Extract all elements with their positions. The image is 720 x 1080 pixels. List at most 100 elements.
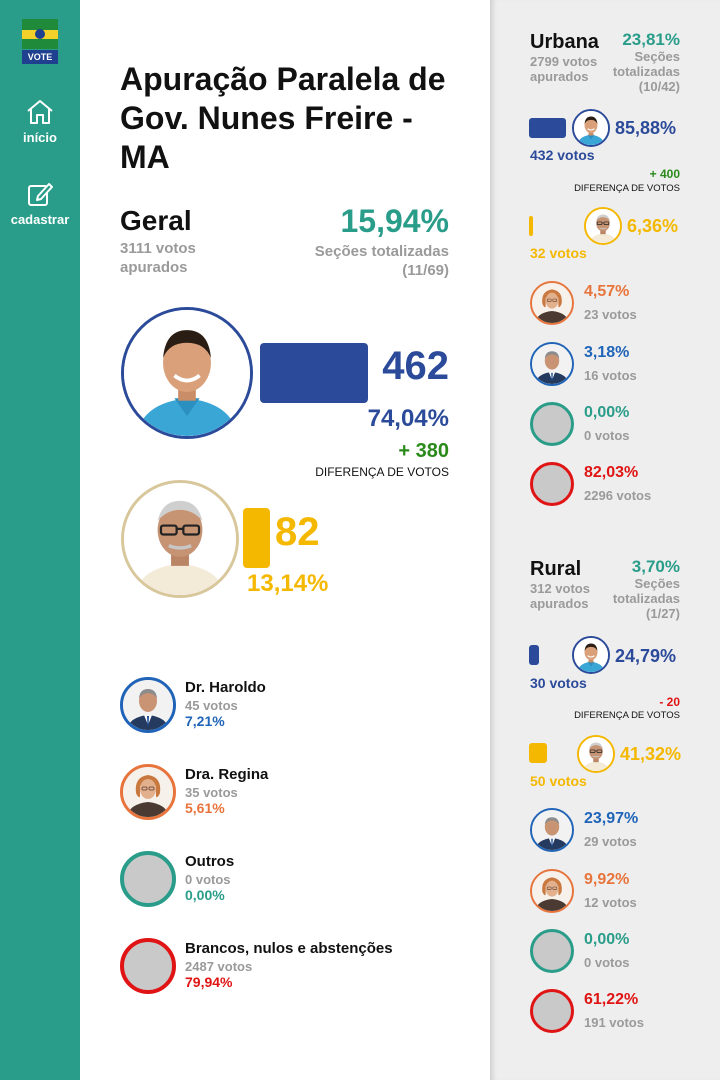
candidate-name: Dr. Haroldo (185, 679, 266, 696)
flag-icon (22, 19, 58, 49)
candidate-votes: 45 votos (185, 698, 238, 713)
candidate-percentage: 0,00% (185, 887, 225, 903)
lead-candidate-votes: 462 (382, 344, 449, 388)
urbana-lead-bar (529, 118, 566, 138)
home-icon (27, 100, 53, 124)
candidate-percentage: 4,57% (584, 283, 630, 300)
candidate-percentage: 0,00% (584, 931, 630, 948)
avatar-placeholder (120, 851, 176, 907)
lead-candidate-avatar (121, 307, 253, 439)
app-logo[interactable]: VOTE (22, 19, 58, 64)
urbana-candidate-haroldo: 3,18% 16 votos (530, 342, 680, 388)
avatar-placeholder (530, 929, 574, 973)
rural-second-percentage: 41,32% (620, 744, 682, 764)
rural-label: Rural (530, 558, 582, 580)
second-candidate-percentage: 13,14% (247, 570, 329, 597)
vote-difference-label: DIFERENÇA DE VOTOS (315, 465, 449, 479)
logo-text: VOTE (22, 50, 58, 64)
candidate-percentage: 23,97% (584, 810, 639, 827)
rural-percentage: 3,70% (631, 557, 680, 576)
candidate-regina: Dra. Regina 35 votos 5,61% (120, 764, 460, 824)
candidate-percentage: 9,92% (584, 871, 630, 888)
urbana-lead-avatar (572, 109, 610, 147)
candidate-votes: 16 votos (584, 368, 637, 383)
lead-candidate-bar (260, 343, 368, 403)
rural-candidate-haroldo: 23,97% 29 votos (530, 808, 680, 854)
rural-sections: Seções totalizadas (1/27) (612, 576, 680, 621)
rural-vote-difference: - 20 (659, 695, 680, 709)
avatar (530, 808, 574, 852)
rural-lead-votes: 30 votos (530, 675, 587, 691)
candidate-name: Brancos, nulos e abstenções (185, 940, 393, 957)
rural-lead-avatar (572, 636, 610, 674)
rural-lead-percentage: 24,79% (615, 646, 677, 666)
urbana-label: Urbana (530, 31, 599, 53)
avatar (120, 764, 176, 820)
avatar-placeholder (530, 402, 574, 446)
candidate-percentage: 7,21% (185, 713, 225, 729)
regional-panel: Urbana 2799 votos apurados 23,81% Seções… (490, 0, 720, 1080)
candidate-votes: 191 votos (584, 1015, 644, 1030)
sidebar: VOTE início cadastrar (0, 0, 80, 1080)
rural-second-avatar (577, 735, 615, 773)
lead-candidate-percentage: 74,04% (367, 405, 449, 432)
urbana-second-bar (529, 216, 533, 236)
geral-votes: 3111 votos apurados (120, 240, 196, 276)
sidebar-item-inicio[interactable]: início (0, 98, 80, 145)
urbana-lead-percentage: 85,88% (615, 118, 677, 138)
avatar (530, 281, 574, 325)
candidate-votes: 35 votos (185, 785, 238, 800)
candidate-haroldo: Dr. Haroldo 45 votos 7,21% (120, 677, 460, 737)
second-candidate-bar (243, 508, 270, 568)
sidebar-item-cadastrar[interactable]: cadastrar (0, 180, 80, 227)
avatar (120, 677, 176, 733)
second-candidate-avatar (121, 480, 239, 598)
avatar (530, 342, 574, 386)
geral-sections: Seções totalizadas (11/69) (314, 243, 449, 279)
avatar-placeholder (530, 462, 574, 506)
geral-label: Geral (120, 205, 192, 236)
edit-icon (28, 183, 53, 206)
candidate-votes: 0 votos (185, 872, 231, 887)
urbana-candidate-brancos: 82,03% 2296 votos (530, 462, 680, 508)
avatar (530, 869, 574, 913)
candidate-percentage: 61,22% (584, 991, 639, 1008)
second-candidate-votes: 82 (275, 510, 320, 554)
candidate-votes: 12 votos (584, 895, 637, 910)
candidate-percentage: 82,03% (584, 464, 639, 481)
candidate-name: Dra. Regina (185, 766, 269, 783)
page-title: Apuração Paralela de Gov. Nunes Freire -… (120, 61, 446, 175)
candidate-name: Outros (185, 853, 235, 870)
candidate-votes: 2487 votos (185, 959, 253, 974)
sidebar-item-label: cadastrar (10, 212, 70, 227)
candidate-votes: 0 votos (584, 955, 630, 970)
rural-lead-bar (529, 645, 539, 665)
candidate-votes: 29 votos (584, 834, 637, 849)
rural-candidate-outros: 0,00% 0 votos (530, 929, 680, 975)
candidate-percentage: 0,00% (584, 404, 630, 421)
urbana-lead-votes: 432 votos (530, 147, 595, 163)
rural-candidate-regina: 9,92% 12 votos (530, 869, 680, 915)
candidate-votes: 23 votos (584, 307, 637, 322)
candidate-percentage: 5,61% (185, 800, 225, 816)
main-panel: Apuração Paralela de Gov. Nunes Freire -… (80, 0, 490, 1080)
sidebar-item-label: início (23, 130, 57, 145)
candidate-outros: Outros 0 votos 0,00% (120, 851, 460, 911)
avatar-placeholder (530, 989, 574, 1033)
rural-second-votes: 50 votos (530, 773, 587, 789)
urbana-vote-difference: + 400 (649, 167, 680, 181)
avatar-placeholder (120, 938, 176, 994)
candidate-percentage: 79,94% (185, 974, 233, 990)
urbana-second-avatar (584, 207, 622, 245)
candidate-brancos: Brancos, nulos e abstenções 2487 votos 7… (120, 938, 460, 998)
vote-difference-label: DIFERENÇA DE VOTOS (574, 710, 680, 721)
urbana-percentage: 23,81% (622, 30, 680, 49)
urbana-candidate-outros: 0,00% 0 votos (530, 402, 680, 448)
candidate-votes: 2296 votos (584, 488, 652, 503)
rural-second-bar (529, 743, 547, 763)
rural-candidate-brancos: 61,22% 191 votos (530, 989, 680, 1035)
urbana-sections: Seções totalizadas (10/42) (612, 49, 680, 94)
urbana-candidate-regina: 4,57% 23 votos (530, 281, 680, 327)
lead-vote-difference: + 380 (398, 440, 449, 462)
vote-difference-label: DIFERENÇA DE VOTOS (574, 183, 680, 194)
